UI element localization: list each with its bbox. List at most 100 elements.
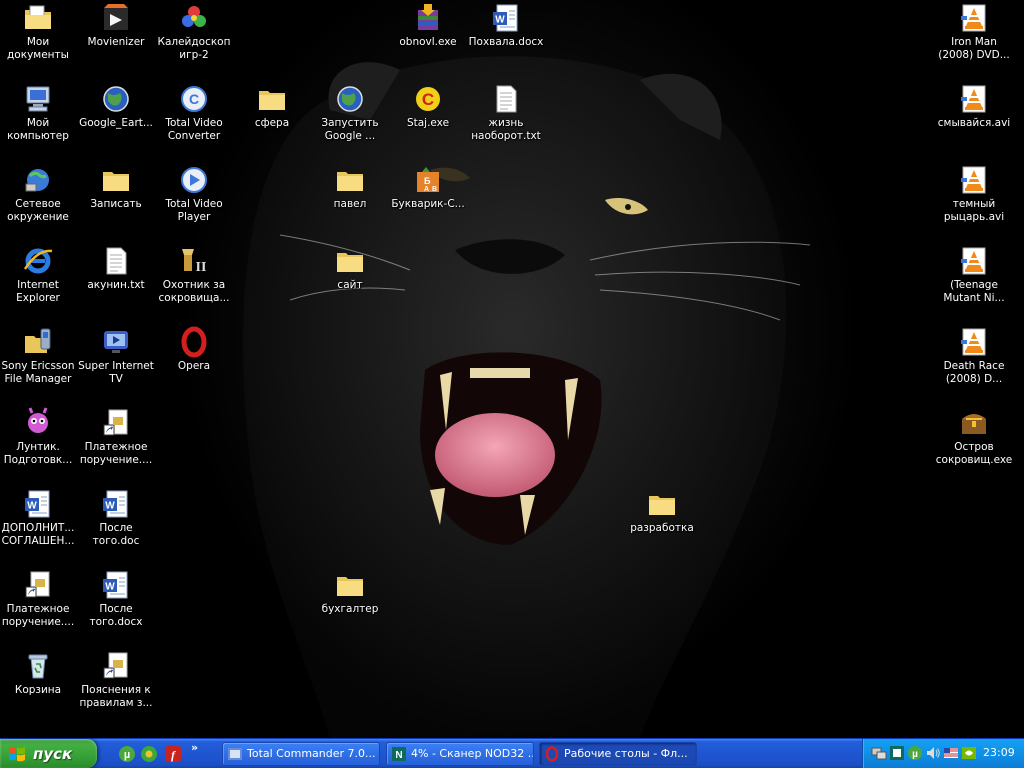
computer-icon: [22, 83, 54, 115]
total-video-player-icon[interactable]: Total Video Player: [154, 164, 234, 224]
desktop-icon-label: Iron Man (2008) DVD...: [938, 36, 1010, 61]
my-documents-icon[interactable]: Мои документы: [0, 2, 78, 62]
network-icon: [22, 164, 54, 196]
network-tray-icon[interactable]: [871, 745, 887, 761]
opera-icon[interactable]: Opera: [154, 326, 234, 373]
internet-explorer-icon[interactable]: Internet Explorer: [0, 245, 78, 305]
tvc-icon: C: [178, 83, 210, 115]
svg-text:W: W: [105, 582, 115, 593]
tv-icon: [100, 326, 132, 358]
google-launch-icon[interactable]: Запустить Google ...: [310, 83, 390, 143]
desktop-icon-label: Мой компьютер: [7, 117, 69, 142]
pavel-folder-icon[interactable]: павел: [310, 164, 390, 211]
desktop-icon-label: Google_Eart...: [79, 117, 153, 129]
vlc-icon: [958, 2, 990, 34]
task-label: Total Commander 7.0...: [247, 747, 376, 760]
opera-task-icon: [544, 746, 560, 762]
clock[interactable]: 23:09: [983, 746, 1015, 759]
bukvarik-icon[interactable]: Б А В Букварик-С...: [388, 164, 468, 211]
svg-text:C: C: [422, 90, 434, 109]
word-icon: W: [22, 488, 54, 520]
word-doc-dopolnit-icon[interactable]: W ДОПОЛНИТ... СОГЛАШЕН...: [0, 488, 78, 548]
razrabotka-folder-icon[interactable]: разработка: [622, 488, 702, 535]
google-earth-icon[interactable]: Google_Eart...: [76, 83, 156, 130]
task-total-commander[interactable]: Total Commander 7.0...: [222, 742, 380, 766]
utorrent-tray-icon[interactable]: µ: [907, 745, 923, 761]
svg-text:II: II: [196, 260, 207, 275]
volume-icon[interactable]: [925, 745, 941, 761]
posle-docx-icon[interactable]: W После того.docx: [76, 569, 156, 629]
desktop-icon-label: Запустить Google ...: [321, 117, 379, 142]
my-computer-icon[interactable]: Мой компьютер: [0, 83, 78, 143]
quick-launch-chevron[interactable]: »: [191, 741, 198, 754]
shortcut-doc-icon: [100, 407, 132, 439]
teenage-mutant-icon[interactable]: (Teenage Mutant Ni...: [934, 245, 1014, 305]
folder-icon: [334, 164, 366, 196]
desktop-icon-label: Opera: [177, 360, 211, 372]
desktop-icon-label: темный рыцарь.avi: [943, 198, 1005, 223]
payment-doc-2-icon[interactable]: Платежное поручение....: [76, 407, 156, 467]
recycle-bin-icon[interactable]: Корзина: [0, 650, 78, 697]
sony-ericsson-icon[interactable]: Sony Ericsson File Manager: [0, 326, 78, 386]
hunter-icon: II: [178, 245, 210, 277]
staj-exe-icon[interactable]: C Staj.exe: [388, 83, 468, 130]
luntik-icon: [22, 407, 54, 439]
treasure-hunter-icon[interactable]: II Охотник за сокровища...: [154, 245, 234, 305]
luntik-icon[interactable]: Лунтик. Подготовк...: [0, 407, 78, 467]
nod-task-icon: N: [391, 746, 407, 762]
total-video-converter-icon[interactable]: C Total Video Converter: [154, 83, 234, 143]
desktop-icon-label: Охотник за сокровища...: [158, 279, 230, 304]
recycle-icon: [22, 650, 54, 682]
iron-man-icon[interactable]: Iron Man (2008) DVD...: [934, 2, 1014, 62]
sfera-folder-icon[interactable]: сфера: [232, 83, 312, 130]
kaleidoscope-icon[interactable]: Калейдоскоп игр-2: [154, 2, 234, 62]
desktop-icon-label: разработка: [630, 522, 694, 534]
nod32-tray-icon[interactable]: [889, 745, 905, 761]
shortcut-doc-icon: [100, 650, 132, 682]
svg-text:А: А: [424, 186, 429, 193]
system-tray: µ 23:09: [862, 739, 1024, 768]
start-button[interactable]: пуск: [0, 739, 97, 768]
movienizer-icon[interactable]: Movienizer: [76, 2, 156, 49]
payment-doc-1-icon[interactable]: Платежное поручение....: [0, 569, 78, 629]
network-icon[interactable]: Сетевое окружение: [0, 164, 78, 224]
desktop-icon-label: Лунтик. Подготовк...: [3, 441, 73, 466]
language-flag-icon[interactable]: [943, 745, 959, 761]
taskbar: пуск µ f » Total Commander 7.0... N 4% - Ск…: [0, 738, 1024, 768]
ql-icq-icon[interactable]: [140, 745, 158, 763]
desktop[interactable]: Мои документы Мой компьютер Сетевое окруже…: [0, 0, 1024, 738]
desktop-icon-label: Записать: [90, 198, 142, 210]
ql-flash-icon[interactable]: f: [164, 745, 182, 763]
poyasneniya-icon[interactable]: Пояснения к правилам з...: [76, 650, 156, 710]
shortcut-doc-icon: [22, 569, 54, 601]
task-nod32[interactable]: N 4% - Сканер NOD32 ...: [386, 742, 534, 766]
ql-utorrent-icon[interactable]: µ: [118, 745, 136, 763]
buhgalter-folder-icon[interactable]: бухгалтер: [310, 569, 390, 616]
mydocs-icon: [22, 2, 54, 34]
folder-icon: [334, 569, 366, 601]
task-label: 4% - Сканер NOD32 ...: [411, 747, 534, 760]
desktop-icon-label: Death Race (2008) D...: [943, 360, 1005, 385]
txt-icon: [100, 245, 132, 277]
ostrov-icon[interactable]: Остров сокровищ.exe: [934, 407, 1014, 467]
zapisat-folder-icon[interactable]: Записать: [76, 164, 156, 211]
nvidia-icon[interactable]: [961, 745, 977, 761]
temny-rytsar-icon[interactable]: темный рыцарь.avi: [934, 164, 1014, 224]
zhizn-txt-icon[interactable]: жизнь наоборот.txt: [466, 83, 546, 143]
desktop-icon-label: смывайся.avi: [937, 117, 1011, 129]
smyvaysya-icon[interactable]: смывайся.avi: [934, 83, 1014, 130]
desktop-icon-label: Мои документы: [7, 36, 69, 61]
sait-folder-icon[interactable]: сайт: [310, 245, 390, 292]
desktop-icon-label: акунин.txt: [87, 279, 145, 291]
posle-doc-icon[interactable]: W После того.doc: [76, 488, 156, 548]
task-opera[interactable]: Рабочие столы - Фл...: [539, 742, 697, 766]
desktop-icon-label: сфера: [254, 117, 290, 129]
death-race-icon[interactable]: Death Race (2008) D...: [934, 326, 1014, 386]
desktop-icon-label: Корзина: [14, 684, 62, 696]
akunin-txt-icon[interactable]: акунин.txt: [76, 245, 156, 292]
obnovl-exe-icon[interactable]: obnovl.exe: [388, 2, 468, 49]
vlc-icon: [958, 245, 990, 277]
super-internet-tv-icon[interactable]: Super Internet TV: [76, 326, 156, 386]
folder-icon: [100, 164, 132, 196]
pohvala-docx-icon[interactable]: W Похвала.docx: [466, 2, 546, 49]
